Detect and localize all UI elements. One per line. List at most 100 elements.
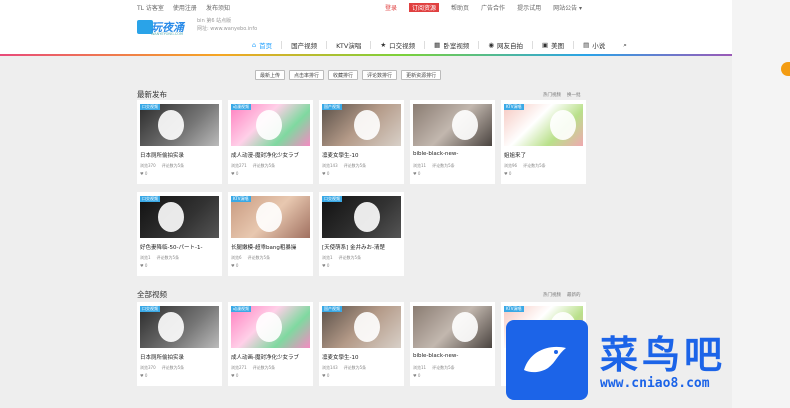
nav-label: 网友自拍 bbox=[496, 42, 523, 50]
nav-home[interactable]: ⌂ 首页 bbox=[243, 37, 281, 53]
like-value: 0 bbox=[235, 171, 239, 176]
video-title[interactable]: 好色妻降临-50-パート-1- bbox=[140, 243, 220, 251]
top-link[interactable]: 使用注册 bbox=[173, 3, 197, 12]
nav-label: 卧室视频 bbox=[443, 42, 470, 50]
video-card[interactable]: 口交视频 好色妻降临-50-パート-1- 浏览1 评论数为5条 ♥ 0 bbox=[137, 192, 222, 276]
censor-blur bbox=[354, 202, 380, 232]
section-link[interactable]: 最新的 bbox=[567, 292, 581, 298]
video-card[interactable]: 国产视频 凛麦女學生-10 浏览143 评论数为5条 ♥ 0 bbox=[319, 302, 404, 386]
video-card[interactable]: KTV演唱姐姐来了浏览96 评论数为5条 ♥ 0 bbox=[501, 100, 586, 184]
filter-button[interactable]: 评论数排行 bbox=[362, 70, 398, 80]
nav-novels[interactable]: ▤ 小说 bbox=[574, 37, 614, 53]
video-card[interactable]: KTV演唱 长腿嫩模-超乖bang粗暴操 浏览6 评论数为5条 ♥ 0 bbox=[228, 192, 313, 276]
filter-button[interactable]: 更新资源排行 bbox=[401, 70, 442, 80]
video-thumbnail[interactable] bbox=[504, 104, 583, 146]
like-count[interactable]: ♥ 0 bbox=[413, 373, 420, 378]
like-count[interactable]: ♥ 0 bbox=[413, 171, 420, 176]
video-title[interactable]: 姐姐来了 bbox=[504, 151, 584, 159]
category-tag[interactable]: 动漫视频 bbox=[231, 306, 251, 312]
video-thumbnail[interactable] bbox=[413, 306, 492, 348]
video-card[interactable]: 国产视频 凛麦女學生-10 浏览143 评论数为5条 ♥ 0 bbox=[319, 100, 404, 184]
video-thumbnail[interactable] bbox=[322, 196, 401, 238]
video-card[interactable]: 动漫视频 成人动画-魔封净化少女ラブ 浏览271 评论数为5条 ♥ 0 bbox=[228, 302, 313, 386]
video-thumbnail[interactable] bbox=[322, 306, 401, 348]
video-thumbnail[interactable] bbox=[322, 104, 401, 146]
section-link[interactable]: 换一批 bbox=[567, 92, 581, 98]
view-count: 浏览370 bbox=[140, 365, 156, 370]
category-tag[interactable]: KTV演唱 bbox=[504, 104, 524, 110]
video-card[interactable]: 口交视频 日本厕所偷拍实录 浏览370 评论数为5条 ♥ 0 bbox=[137, 302, 222, 386]
section-link[interactable]: 热门视频 bbox=[543, 292, 561, 298]
filter-button[interactable]: 收藏排行 bbox=[328, 70, 359, 80]
login-link[interactable]: 登录 bbox=[385, 3, 397, 12]
category-tag[interactable]: 动漫视频 bbox=[231, 104, 251, 110]
video-card[interactable]: bible-black-new- 浏览11 评论数为5条 ♥ 0 bbox=[410, 100, 495, 184]
nav-bedroom[interactable]: ▦ 卧室视频 bbox=[425, 37, 478, 53]
comment-count: 评论数为5条 bbox=[343, 163, 367, 168]
like-count[interactable]: ♥ 0 bbox=[140, 263, 147, 268]
site-logo[interactable]: 玩夜涌 WANYEYONG.COM bbox=[137, 18, 193, 38]
video-title[interactable]: 凛麦女學生-10 bbox=[322, 151, 402, 159]
video-title[interactable]: bible-black-new- bbox=[413, 353, 493, 359]
like-count[interactable]: ♥ 0 bbox=[231, 373, 238, 378]
video-title[interactable]: 日本厕所偷拍实录 bbox=[140, 353, 220, 361]
like-count[interactable]: ♥ 0 bbox=[231, 171, 238, 176]
nav-selfie[interactable]: ◉ 网友自拍 bbox=[479, 37, 532, 53]
nav-label: 美图 bbox=[551, 42, 565, 50]
section-link[interactable]: 热门视频 bbox=[543, 92, 561, 98]
like-value: 0 bbox=[508, 171, 512, 176]
video-title[interactable]: 成人动漫-魔封净化少女ラブ bbox=[231, 151, 311, 159]
video-thumbnail[interactable] bbox=[231, 104, 310, 146]
video-title[interactable]: [天使萌系] 金井みお-清楚 bbox=[322, 243, 402, 251]
video-card[interactable]: bible-black-new- 浏览11 评论数为5条 ♥ 0 bbox=[410, 302, 495, 386]
category-tag[interactable]: KTV演唱 bbox=[231, 196, 251, 202]
category-tag[interactable]: 国产视频 bbox=[322, 104, 342, 110]
nav-domestic[interactable]: 国产视频 bbox=[282, 37, 326, 53]
nav-oral[interactable]: ★ 口交视频 bbox=[371, 37, 424, 53]
video-thumbnail[interactable] bbox=[140, 104, 219, 146]
filter-button[interactable]: 最新上传 bbox=[255, 70, 286, 80]
notice-dropdown[interactable]: 网站公告 ▾ bbox=[553, 3, 582, 12]
video-thumbnail[interactable] bbox=[231, 306, 310, 348]
nav-label: KTV演唱 bbox=[336, 42, 362, 50]
video-thumbnail[interactable] bbox=[140, 306, 219, 348]
nav-ktv[interactable]: KTV演唱 bbox=[327, 37, 370, 53]
trial-link[interactable]: 提示试用 bbox=[517, 3, 541, 12]
video-thumbnail[interactable] bbox=[231, 196, 310, 238]
help-link[interactable]: 帮助页 bbox=[451, 3, 469, 12]
video-meta: 浏览96 评论数为5条 bbox=[504, 163, 546, 169]
category-tag[interactable]: 国产视频 bbox=[322, 306, 342, 312]
video-title[interactable]: 凛麦女學生-10 bbox=[322, 353, 402, 361]
video-thumbnail[interactable] bbox=[413, 104, 492, 146]
filter-button[interactable]: 点击率排行 bbox=[289, 70, 325, 80]
video-title[interactable]: bible-black-new- bbox=[413, 151, 493, 157]
nav-search[interactable]: ⌕ bbox=[614, 37, 636, 53]
like-count[interactable]: ♥ 0 bbox=[504, 171, 511, 176]
like-count[interactable]: ♥ 0 bbox=[231, 263, 238, 268]
header-meta-line: bin 第6 站点版 bbox=[197, 18, 232, 24]
category-tag[interactable]: 口交视频 bbox=[322, 196, 342, 202]
like-count[interactable]: ♥ 0 bbox=[322, 263, 329, 268]
top-link[interactable]: TL 访客室 bbox=[137, 3, 164, 12]
subscribe-link[interactable]: 订阅资源 bbox=[409, 2, 440, 12]
video-card[interactable]: 动漫视频 成人动漫-魔封净化少女ラブ 浏览271 评论数为5条 ♥ 0 bbox=[228, 100, 313, 184]
like-count[interactable]: ♥ 0 bbox=[322, 373, 329, 378]
top-link[interactable]: 发布须知 bbox=[206, 3, 230, 12]
ads-link[interactable]: 广告合作 bbox=[481, 3, 505, 12]
video-card[interactable]: 口交视频 日本厕所偷拍实录 浏览370 评论数为5条 ♥ 0 bbox=[137, 100, 222, 184]
like-count[interactable]: ♥ 0 bbox=[140, 373, 147, 378]
video-card[interactable]: 口交视频 [天使萌系] 金井みお-清楚 浏览1 评论数为5条 ♥ 0 bbox=[319, 192, 404, 276]
like-count[interactable]: ♥ 0 bbox=[140, 171, 147, 176]
video-title[interactable]: 长腿嫩模-超乖bang粗暴操 bbox=[231, 243, 311, 251]
category-tag[interactable]: 口交视频 bbox=[140, 104, 160, 110]
category-tag[interactable]: 口交视频 bbox=[140, 306, 160, 312]
video-thumbnail[interactable] bbox=[140, 196, 219, 238]
video-title[interactable]: 日本厕所偷拍实录 bbox=[140, 151, 220, 159]
category-tag[interactable]: KTV演唱 bbox=[504, 306, 524, 312]
category-tag[interactable]: 口交视频 bbox=[140, 196, 160, 202]
nav-pictures[interactable]: ▣ 美图 bbox=[533, 37, 573, 53]
floating-side-tab[interactable] bbox=[781, 62, 790, 76]
view-count: 浏览6 bbox=[231, 255, 242, 260]
video-title[interactable]: 成人动画-魔封净化少女ラブ bbox=[231, 353, 311, 361]
like-count[interactable]: ♥ 0 bbox=[322, 171, 329, 176]
